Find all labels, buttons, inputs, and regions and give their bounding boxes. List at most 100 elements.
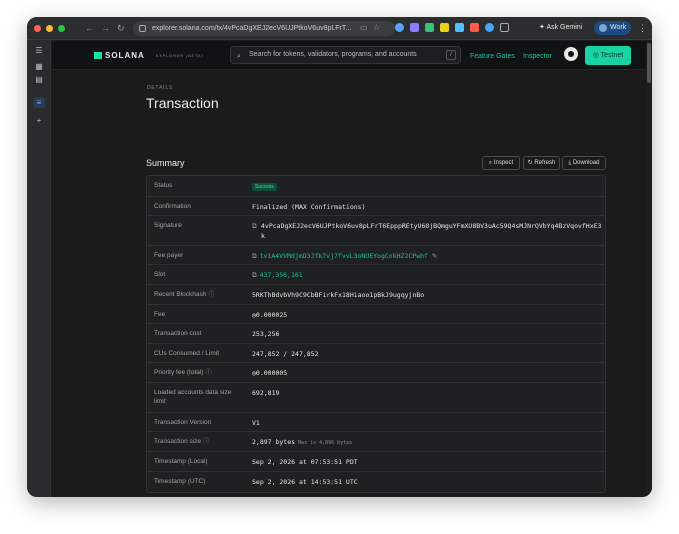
extension-5-icon[interactable]	[455, 23, 464, 32]
tx-cost-label: Transaction cost	[154, 330, 202, 337]
close-window-button[interactable]	[34, 25, 41, 32]
version-value: V1	[252, 419, 260, 427]
priority-fee-value: ◎0.000005	[252, 369, 288, 377]
search-icon: ⌕	[237, 53, 241, 60]
cus-value: 247,852 / 247,852	[252, 350, 319, 358]
fee-label: Fee	[154, 311, 166, 318]
ask-gemini-button[interactable]: ✦ Ask Gemini	[539, 22, 582, 34]
network-button[interactable]: ◎ Testnet	[585, 46, 631, 65]
loaded-size-label: Loaded accounts data size limit	[154, 389, 232, 405]
window-controls	[34, 25, 65, 32]
table-row: Priority fee (total) ⓘ ◎0.000005	[147, 362, 605, 382]
refresh-icon: ↻	[527, 160, 533, 166]
table-row: Slot ⧉ 437,356,161	[147, 264, 605, 284]
forward-icon[interactable]: →	[101, 22, 110, 34]
table-row: Loaded accounts data size limit 692,819	[147, 382, 605, 412]
table-row: Recent Blockhash ⓘ 5RKThBdvbVh9C9CbBFirkF…	[147, 284, 605, 304]
extension-1-icon[interactable]	[395, 23, 404, 32]
inspect-icon: ⌕	[488, 160, 493, 166]
tx-cost-value: 253,256	[252, 330, 280, 338]
tab-grid-icon[interactable]: ▦	[33, 61, 45, 72]
extension-2-icon[interactable]	[410, 23, 419, 32]
solana-mark-icon	[94, 52, 102, 59]
table-row: Status Success	[147, 176, 605, 196]
extension-4-icon[interactable]	[440, 23, 449, 32]
github-icon[interactable]	[564, 47, 578, 61]
version-label: Transaction Version	[154, 419, 212, 426]
table-row: Timestamp (UTC) Sep 2, 2026 at 14:53:51 …	[147, 471, 605, 492]
add-panel-icon[interactable]: +	[33, 115, 45, 126]
scrollbar-thumb[interactable]	[647, 43, 651, 83]
ask-gemini-label: Ask Gemini	[546, 24, 583, 31]
page-title: Transaction	[146, 95, 219, 111]
table-row: CUs Consumed / Limit 247,852 / 247,852	[147, 343, 605, 362]
browser-window: ← → ↻ explorer.solana.com/tx/4vPcaDgXEJ2…	[27, 17, 652, 497]
ts-utc-label: Timestamp (UTC)	[154, 478, 206, 485]
search-shortcut-key: /	[446, 50, 456, 60]
address-bar[interactable]: explorer.solana.com/tx/4vPcaDgXEJ2ecV6UJ…	[133, 21, 395, 36]
copy-icon[interactable]: ⧉	[252, 221, 257, 231]
help-icon[interactable]: ⓘ	[208, 291, 214, 298]
logo-subtext: EXPLORER (BETA)	[155, 53, 204, 58]
nav-inspector[interactable]: Inspector	[523, 52, 552, 61]
maximize-window-button[interactable]	[58, 25, 65, 32]
slot-link[interactable]: 437,356,161	[260, 271, 303, 279]
solana-logo[interactable]: SOLANA EXPLORER (BETA)	[94, 51, 204, 60]
extensions-bar	[395, 23, 509, 32]
nav-feature-gates[interactable]: Feature Gates	[470, 52, 515, 61]
extension-7-icon[interactable]	[485, 23, 494, 32]
loaded-size-value: 692,819	[252, 389, 280, 397]
table-row: Transaction size ⓘ 2,897 bytes Max is 4,09…	[147, 431, 605, 451]
browser-toolbar: ← → ↻ explorer.solana.com/tx/4vPcaDgXEJ2…	[27, 17, 652, 40]
page-scrollbar[interactable]	[646, 41, 652, 497]
cus-label: CUs Consumed / Limit	[154, 350, 220, 357]
bookmark-star-icon[interactable]: ☆	[373, 21, 380, 35]
cast-icon[interactable]: ▭	[360, 21, 368, 35]
browser-menu-icon[interactable]: ⋮	[638, 21, 647, 35]
minimize-window-button[interactable]	[46, 25, 53, 32]
fee-payer-link[interactable]: tv1A4VVMdjmD3Jfk7vj7fvvL3oNUEYogCokHZ2CP…	[260, 252, 428, 260]
side-panel-rail: ☰ ▦ ▤ ≡ +	[27, 40, 51, 497]
refresh-button[interactable]: ↻ Refresh	[523, 156, 560, 170]
network-label: Testnet	[600, 52, 624, 59]
signature-value: 4vPcaDgXEJ2ecV6UJPtkoV6uv8pLFrT6EpppREty…	[261, 222, 602, 240]
confirmation-label: Confirmation	[154, 203, 191, 210]
page-eyebrow: DETAILS	[147, 85, 174, 91]
extension-3-icon[interactable]	[425, 23, 434, 32]
profile-label: Work	[610, 24, 627, 31]
table-row: Fee payer ⧉ tv1A4VVMdjmD3Jfk7vj7fvvL3oNUE…	[147, 245, 605, 264]
history-icon[interactable]: ≡	[33, 97, 45, 108]
table-row: Transaction cost 253,256	[147, 323, 605, 343]
table-row: Confirmation Finalized (MAX Confirmation…	[147, 196, 605, 215]
signature-label: Signature	[154, 222, 182, 229]
table-row: Signature ⧉ 4vPcaDgXEJ2ecV6UJPtkoV6uv8pL…	[147, 215, 605, 245]
profile-button[interactable]: Work	[594, 21, 632, 35]
avatar	[599, 24, 607, 32]
refresh-label: Refresh	[534, 160, 556, 166]
sidebar-toggle-icon[interactable]: ☰	[33, 45, 45, 56]
help-icon[interactable]: ⓘ	[206, 369, 212, 376]
tx-size-label: Transaction size	[154, 438, 202, 445]
reload-icon[interactable]: ↻	[117, 22, 125, 34]
inspect-button[interactable]: ⌕ Inspect	[482, 156, 520, 170]
confirmation-value: Finalized (MAX Confirmations)	[252, 203, 366, 211]
back-icon[interactable]: ←	[85, 22, 94, 34]
status-badge: Success	[252, 183, 277, 191]
site-settings-icon[interactable]	[139, 25, 146, 32]
download-button[interactable]: ⤓ Download	[562, 156, 606, 170]
explorer-header: SOLANA EXPLORER (BETA) ⌕ Search for toke…	[52, 41, 652, 70]
copy-icon[interactable]: ⧉	[252, 271, 257, 279]
extensions-puzzle-icon[interactable]	[500, 23, 509, 32]
download-label: Download	[572, 160, 600, 166]
edit-icon[interactable]: ✎	[432, 252, 437, 260]
logo-text: SOLANA	[105, 51, 145, 60]
table-row: Fee ◎0.000025	[147, 304, 605, 323]
search-placeholder: Search for tokens, validators, programs,…	[249, 51, 417, 58]
reading-list-icon[interactable]: ▤	[33, 74, 45, 85]
extension-6-icon[interactable]	[470, 23, 479, 32]
ts-local-label: Timestamp (Local)	[154, 458, 208, 465]
search-input[interactable]: ⌕ Search for tokens, validators, program…	[230, 46, 461, 64]
help-icon[interactable]: ⓘ	[203, 438, 209, 445]
ts-utc-value: Sep 2, 2026 at 14:53:51 UTC	[252, 478, 358, 486]
copy-icon[interactable]: ⧉	[252, 252, 257, 260]
